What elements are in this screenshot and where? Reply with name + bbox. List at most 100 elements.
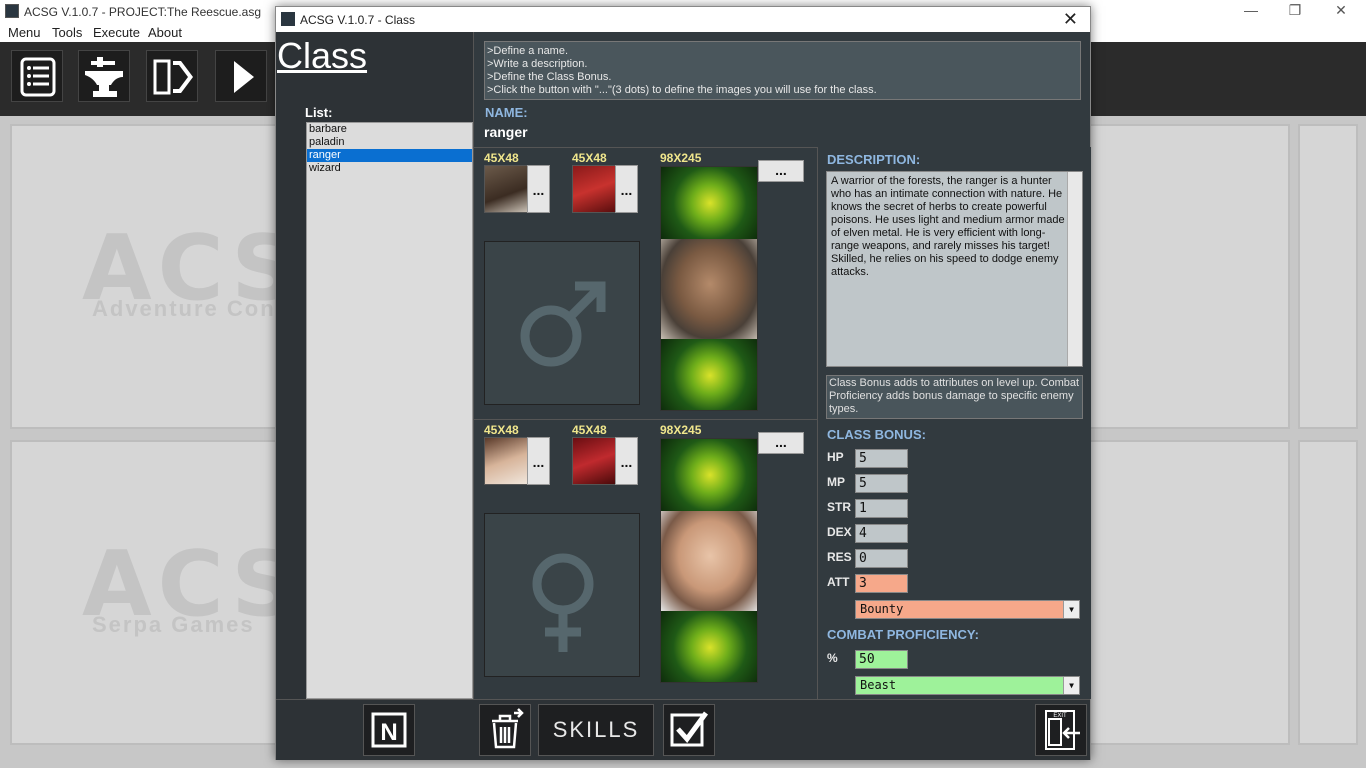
dim-label: 45X48 bbox=[484, 423, 519, 437]
dialog-title: ACSG V.1.0.7 - Class bbox=[300, 13, 415, 27]
dim-label: 98X245 bbox=[660, 151, 702, 165]
anvil-icon bbox=[85, 57, 123, 97]
chevron-down-icon[interactable]: ▼ bbox=[1063, 677, 1079, 694]
class-bonus-note: Class Bonus adds to attributes on level … bbox=[826, 375, 1083, 419]
exit-door-button[interactable] bbox=[146, 50, 198, 102]
male-full-portrait bbox=[660, 166, 758, 411]
female-full-portrait bbox=[660, 438, 758, 683]
exit-door-icon bbox=[153, 59, 193, 95]
page-title: Class bbox=[277, 35, 368, 76]
list-button[interactable] bbox=[11, 50, 63, 102]
male-portrait-small bbox=[484, 165, 528, 213]
class-list[interactable]: barbare paladin ranger wizard bbox=[306, 122, 473, 699]
browse-full-button[interactable]: ... bbox=[758, 432, 804, 454]
attr-input-str[interactable]: 1 bbox=[855, 499, 908, 518]
description-text: A warrior of the forests, the ranger is … bbox=[831, 175, 1065, 278]
enemy-type-select[interactable]: Beast ▼ bbox=[855, 676, 1080, 695]
attr-label-dex: DEX bbox=[827, 525, 852, 539]
attr-input-mp[interactable]: 5 bbox=[855, 474, 908, 493]
name-field[interactable]: ranger bbox=[484, 124, 528, 140]
att-type-value: Bounty bbox=[860, 602, 904, 616]
browse-button[interactable]: ... bbox=[615, 165, 638, 213]
instruction-line: >Write a description. bbox=[487, 58, 588, 70]
maximize-icon[interactable]: ❐ bbox=[1272, 2, 1318, 19]
list-icon bbox=[20, 57, 56, 97]
att-type-select[interactable]: Bounty ▼ bbox=[855, 600, 1080, 619]
svg-text:N: N bbox=[380, 719, 397, 746]
menu-item-menu[interactable]: Menu bbox=[8, 25, 41, 40]
description-textarea[interactable]: A warrior of the forests, the ranger is … bbox=[826, 171, 1083, 367]
attr-label-res: RES bbox=[827, 550, 852, 564]
class-bonus-label: CLASS BONUS: bbox=[827, 427, 926, 442]
female-symbol-box bbox=[484, 513, 640, 677]
new-button[interactable]: N bbox=[363, 704, 415, 756]
class-attributes-panel: DESCRIPTION: A warrior of the forests, t… bbox=[818, 147, 1091, 699]
save-button[interactable] bbox=[663, 704, 715, 756]
percent-label: % bbox=[827, 651, 838, 665]
instruction-line: >Click the button with "..."(3 dots) to … bbox=[487, 84, 877, 96]
list-item-selected[interactable]: ranger bbox=[307, 149, 472, 162]
attr-input-dex[interactable]: 4 bbox=[855, 524, 908, 543]
list-item[interactable]: wizard bbox=[307, 162, 472, 175]
dim-label: 45X48 bbox=[572, 423, 607, 437]
trash-icon bbox=[492, 708, 524, 749]
female-portrait-small bbox=[484, 437, 528, 485]
description-label: DESCRIPTION: bbox=[827, 152, 921, 167]
instructions-box: >Define a name. >Write a description. >D… bbox=[484, 41, 1081, 100]
description-scrollbar[interactable] bbox=[1067, 172, 1082, 366]
close-icon[interactable]: ✕ bbox=[1318, 2, 1364, 19]
browse-button[interactable]: ... bbox=[527, 165, 550, 213]
list-item[interactable]: barbare bbox=[307, 123, 472, 136]
delete-button[interactable] bbox=[479, 704, 531, 756]
attr-input-hp[interactable]: 5 bbox=[855, 449, 908, 468]
name-label: NAME: bbox=[485, 105, 528, 120]
list-item[interactable]: paladin bbox=[307, 136, 472, 149]
attr-input-res[interactable]: 0 bbox=[855, 549, 908, 568]
divider bbox=[474, 419, 817, 420]
menu-item-about[interactable]: About bbox=[148, 25, 182, 40]
attr-input-att[interactable]: 3 bbox=[855, 574, 908, 593]
checkmark-icon bbox=[670, 711, 709, 747]
class-editor-panel: >Define a name. >Write a description. >D… bbox=[473, 32, 1091, 699]
play-icon bbox=[234, 61, 254, 93]
female-icon bbox=[532, 553, 594, 652]
instruction-line: >Define a name. bbox=[487, 45, 569, 57]
menu-item-tools[interactable]: Tools bbox=[52, 25, 82, 40]
dialog-title-bar: ACSG V.1.0.7 - Class ✕ bbox=[276, 7, 1090, 32]
app-icon bbox=[5, 4, 19, 18]
exit-button[interactable]: EXIT bbox=[1035, 704, 1087, 756]
minimize-icon[interactable]: — bbox=[1228, 2, 1274, 18]
combat-proficiency-label: COMBAT PROFICIENCY: bbox=[827, 627, 979, 642]
dialog-app-icon bbox=[281, 12, 295, 26]
browse-button[interactable]: ... bbox=[615, 437, 638, 485]
skills-button[interactable]: SKILLS bbox=[538, 704, 654, 756]
attr-label-att: ATT bbox=[827, 575, 850, 589]
attr-label-mp: MP bbox=[827, 475, 845, 489]
new-icon: N bbox=[371, 712, 407, 748]
dim-label: 45X48 bbox=[572, 151, 607, 165]
class-list-panel: Class List: barbare paladin ranger wizar… bbox=[276, 32, 473, 699]
anvil-button[interactable] bbox=[78, 50, 130, 102]
bg-tile bbox=[1298, 440, 1358, 745]
main-window-title: ACSG V.1.0.7 - PROJECT:The Reescue.asg bbox=[24, 5, 261, 19]
percent-input[interactable]: 50 bbox=[855, 650, 908, 669]
browse-button[interactable]: ... bbox=[527, 437, 550, 485]
browse-full-button[interactable]: ... bbox=[758, 160, 804, 182]
play-button[interactable] bbox=[215, 50, 267, 102]
male-symbol-box bbox=[484, 241, 640, 405]
attr-label-str: STR bbox=[827, 500, 851, 514]
instruction-line: >Define the Class Bonus. bbox=[487, 71, 612, 83]
male-portrait-alt bbox=[572, 165, 616, 213]
chevron-down-icon[interactable]: ▼ bbox=[1063, 601, 1079, 618]
dialog-close-icon[interactable]: ✕ bbox=[1063, 9, 1078, 30]
dim-label: 98X245 bbox=[660, 423, 702, 437]
menu-item-execute[interactable]: Execute bbox=[93, 25, 140, 40]
class-dialog: ACSG V.1.0.7 - Class ✕ Class List: barba… bbox=[275, 6, 1091, 760]
bg-logo-sub: Serpa Games bbox=[92, 612, 255, 637]
bg-tile bbox=[1298, 124, 1358, 429]
svg-text:EXIT: EXIT bbox=[1053, 713, 1067, 719]
list-label: List: bbox=[305, 105, 333, 120]
enemy-type-value: Beast bbox=[860, 678, 897, 692]
male-icon bbox=[520, 281, 606, 367]
dialog-footer: N SKILLS EXIT bbox=[276, 699, 1090, 760]
